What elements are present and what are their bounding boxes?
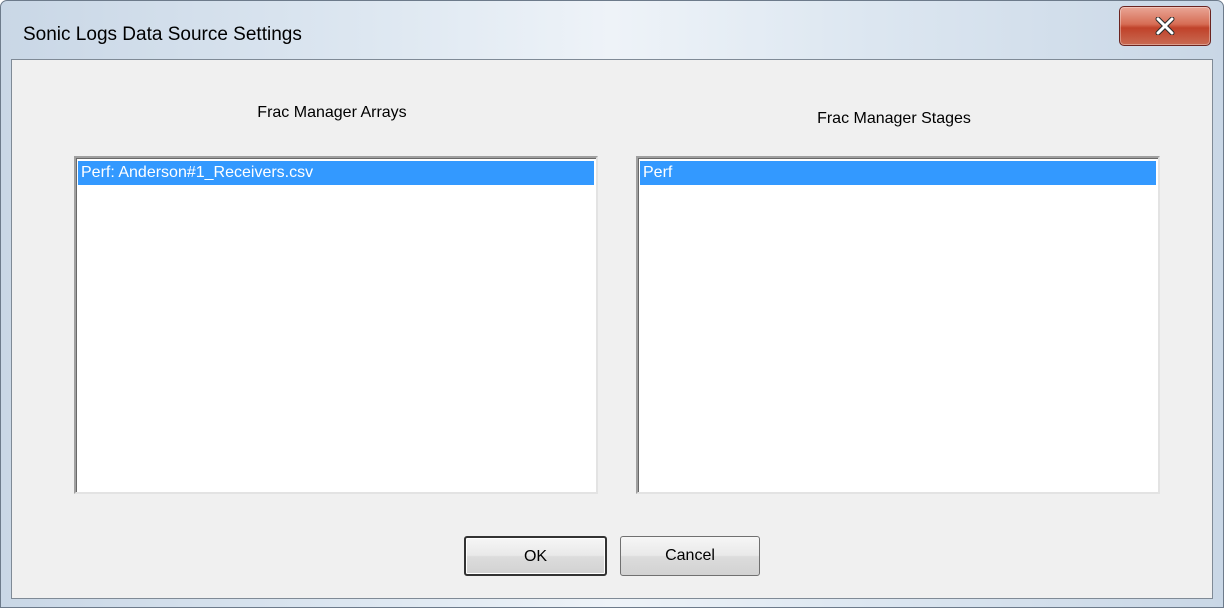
- title-bar[interactable]: Sonic Logs Data Source Settings: [1, 1, 1223, 59]
- stages-listbox[interactable]: Perf: [636, 156, 1160, 494]
- dialog-window: Sonic Logs Data Source Settings Frac Man…: [0, 0, 1224, 608]
- cancel-button[interactable]: Cancel: [620, 536, 760, 576]
- arrays-label: Frac Manager Arrays: [257, 104, 407, 121]
- close-button[interactable]: [1119, 6, 1211, 46]
- stages-label: Frac Manager Stages: [817, 110, 971, 127]
- list-item[interactable]: Perf: Anderson#1_Receivers.csv: [78, 161, 594, 185]
- arrays-listbox[interactable]: Perf: Anderson#1_Receivers.csv: [74, 156, 598, 494]
- close-icon: [1155, 17, 1175, 35]
- dialog-client-area: Frac Manager Arrays Frac Manager Stages …: [11, 59, 1213, 599]
- ok-button[interactable]: OK: [464, 536, 607, 576]
- window-title: Sonic Logs Data Source Settings: [23, 24, 302, 45]
- list-item[interactable]: Perf: [640, 161, 1156, 185]
